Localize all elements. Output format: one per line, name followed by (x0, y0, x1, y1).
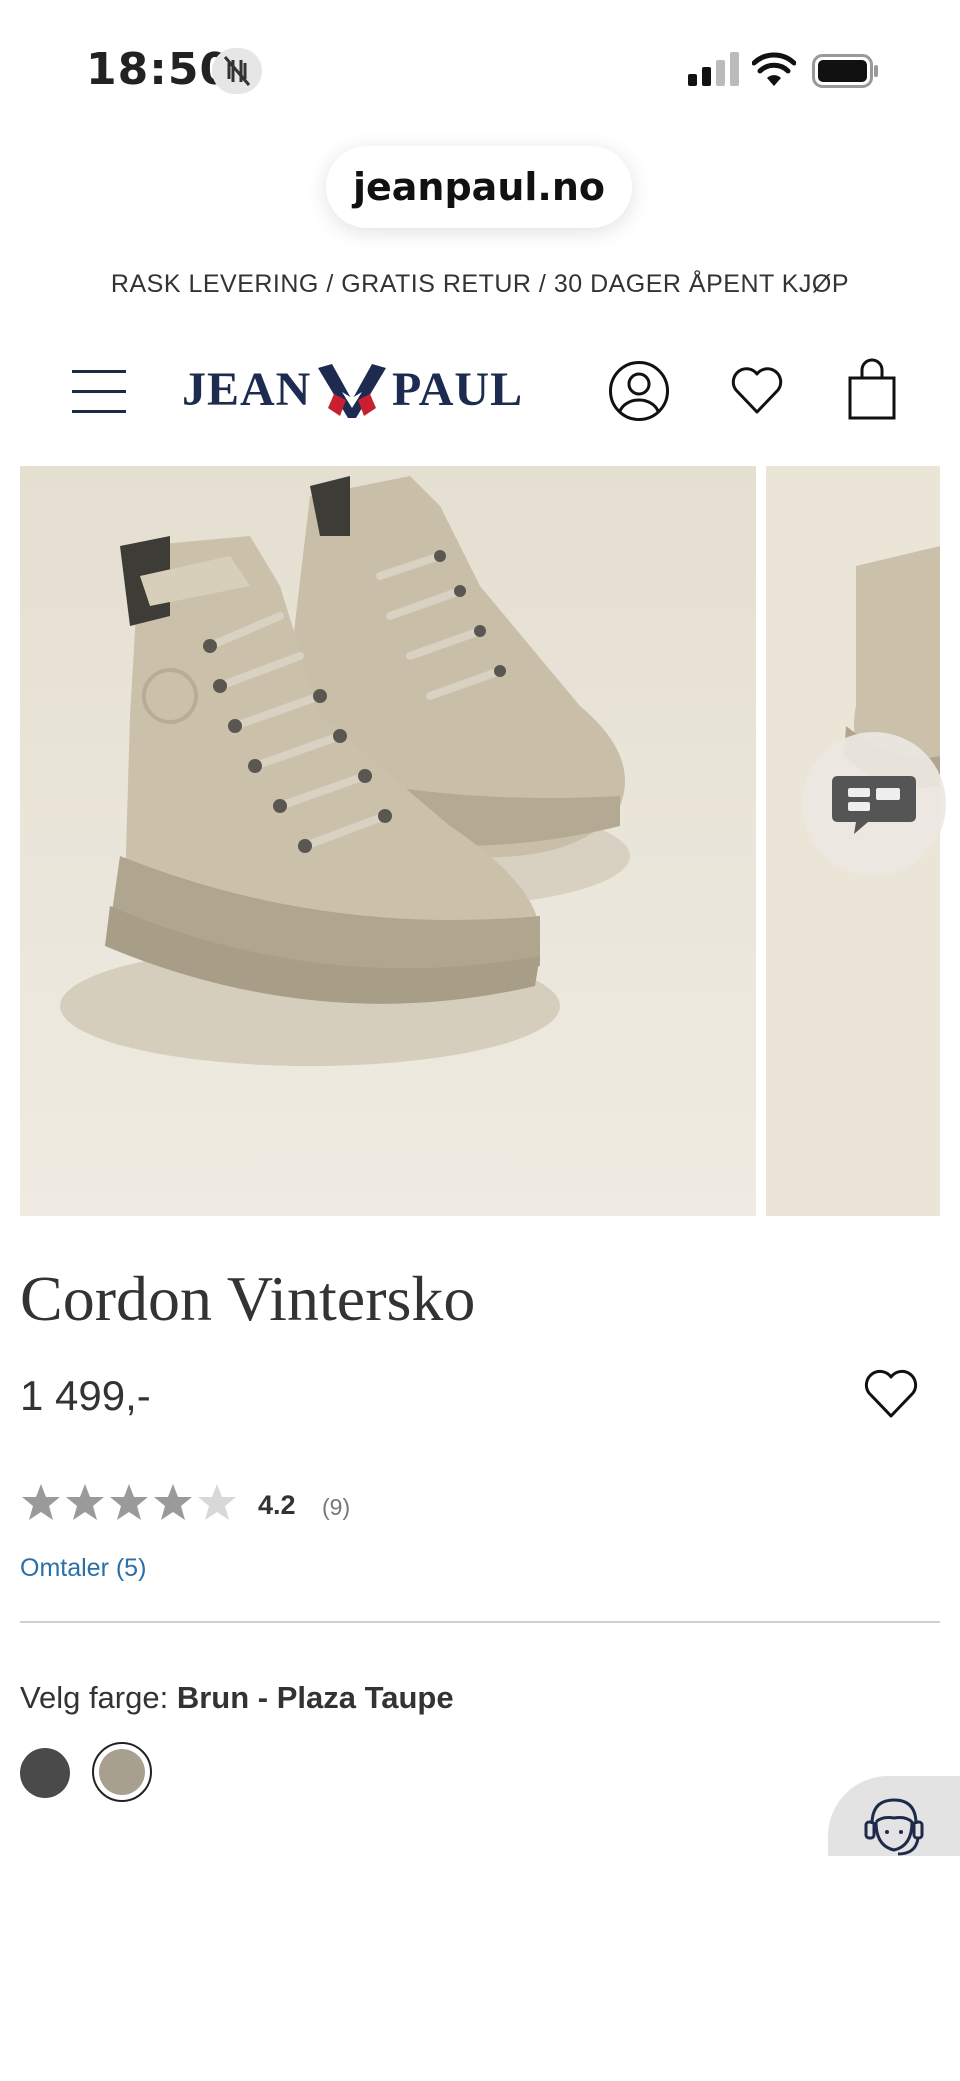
product-price: 1 499,- (20, 1372, 151, 1419)
star-icon (22, 1484, 60, 1520)
logo-text-left: JEAN (182, 363, 312, 416)
status-bar: 18:50 (0, 0, 960, 140)
product-title: Cordon Vintersko (20, 1263, 476, 1334)
promo-banner: RASK LEVERING / GRATIS RETUR / 30 DAGER … (110, 270, 850, 298)
menu-icon[interactable] (72, 368, 128, 416)
favorite-heart-icon[interactable] (862, 1368, 920, 1422)
shopping-bag-icon[interactable] (846, 358, 898, 420)
support-agent-icon (864, 1798, 924, 1856)
rating-stars (20, 1482, 240, 1524)
account-icon[interactable] (608, 360, 670, 422)
selected-color-name: Brun - Plaza Taupe (176, 1680, 454, 1715)
cellular-signal-icon (688, 52, 740, 88)
status-time: 18:50 (86, 44, 232, 95)
brand-logo[interactable]: JEAN PAUL (182, 356, 522, 422)
star-icon (154, 1484, 192, 1520)
color-label: Velg farge: Brun - Plaza Taupe (20, 1680, 454, 1716)
chat-bubble-button[interactable] (802, 732, 946, 876)
silent-mode-icon (212, 48, 262, 94)
color-swatch-taupe[interactable] (92, 1742, 152, 1802)
product-image-main[interactable] (20, 466, 756, 1216)
rating-count: (9) (322, 1494, 351, 1520)
wishlist-heart-icon[interactable] (728, 362, 786, 420)
chat-icon (832, 776, 916, 834)
url-bar[interactable]: jeanpaul.no (326, 146, 632, 228)
battery-icon (812, 54, 880, 88)
divider (20, 1621, 940, 1623)
star-icon (66, 1484, 104, 1520)
logo-text-right: PAUL (392, 363, 524, 416)
color-label-text: Velg farge: (20, 1680, 169, 1715)
star-icon (198, 1484, 236, 1520)
color-swatch-dark-grey[interactable] (20, 1748, 70, 1798)
reviews-link[interactable]: Omtaler (5) (20, 1554, 146, 1583)
wifi-icon (751, 52, 797, 88)
customer-support-button[interactable] (828, 1776, 960, 1856)
boots-illustration (20, 466, 756, 1216)
rating-value: 4.2 (258, 1490, 296, 1520)
star-icon (110, 1484, 148, 1520)
logo-flags-icon (318, 364, 386, 418)
